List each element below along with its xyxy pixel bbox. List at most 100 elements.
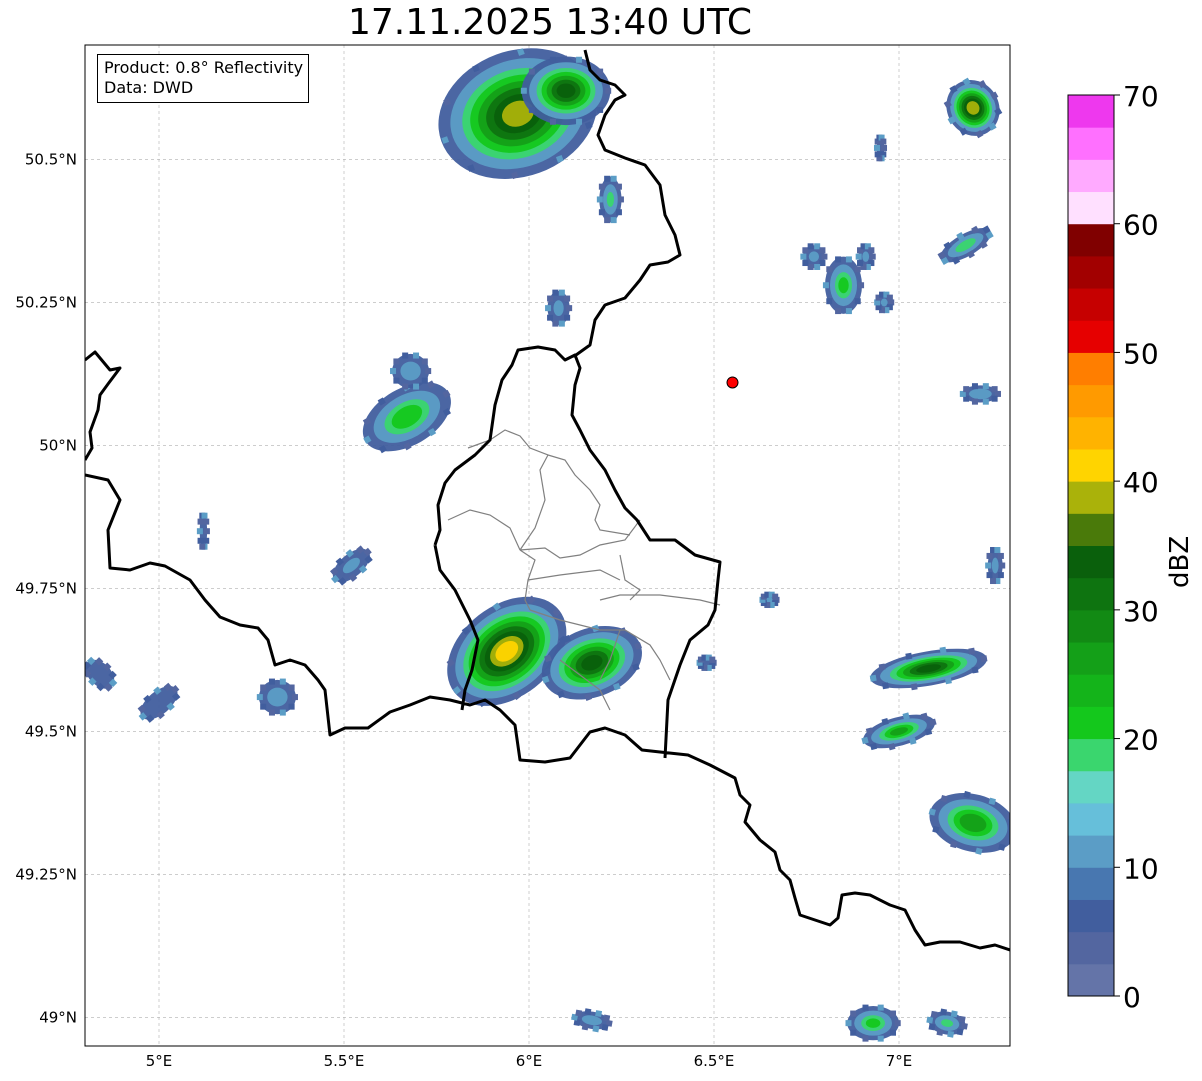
echo-bin	[413, 383, 420, 390]
echo-bin	[819, 260, 826, 267]
echo-bin	[956, 1028, 964, 1036]
echo-bin	[601, 1023, 609, 1031]
echo-bin	[880, 138, 887, 145]
echo-bin	[835, 308, 842, 315]
echo-bin	[566, 305, 573, 312]
echo-bin	[547, 295, 554, 302]
echo-bin	[617, 196, 624, 203]
echo-bin	[910, 683, 918, 691]
colorbar-segment	[1068, 642, 1114, 675]
colorbar-segment	[1068, 706, 1114, 740]
echo-bin	[960, 1022, 968, 1030]
echo-bin	[592, 1025, 600, 1033]
echo-bin	[528, 106, 535, 113]
echo-bin	[877, 1035, 884, 1042]
lat-tick-label: 49.25°N	[15, 865, 77, 883]
echo-bin	[845, 308, 852, 315]
echo-bin	[393, 377, 400, 384]
echo-cell	[855, 243, 876, 270]
echo-bin	[598, 209, 605, 216]
echo-bin	[814, 243, 821, 250]
echo-bin	[802, 247, 809, 254]
colorbar-tick-label: 70	[1123, 80, 1159, 113]
echo-bin	[868, 247, 875, 254]
colorbar-segment	[1068, 481, 1114, 514]
echo-bin	[199, 543, 206, 550]
echo-bin	[862, 1004, 869, 1011]
echo-contour	[267, 687, 288, 707]
colorbar-segment	[1068, 320, 1114, 353]
echo-bin	[576, 56, 583, 63]
echo-bin	[402, 352, 409, 359]
lon-tick-label: 5°E	[146, 1052, 173, 1070]
echo-bin	[822, 282, 829, 289]
colorbar-segment	[1068, 255, 1114, 289]
echo-bin	[819, 247, 826, 254]
echo-bin	[869, 674, 877, 682]
echo-bin	[850, 1029, 857, 1036]
echo-bin	[545, 305, 552, 312]
echo-bin	[196, 528, 203, 535]
colorbar-segment	[1068, 577, 1114, 611]
echo-bin	[947, 1030, 955, 1038]
echo-bin	[260, 684, 267, 691]
echo-bin	[905, 652, 913, 660]
colorbar-segment	[1068, 127, 1114, 160]
echo-bin	[291, 694, 298, 701]
lat-tick-label: 49°N	[39, 1008, 77, 1026]
echo-bin	[197, 537, 204, 544]
echo-bin	[605, 87, 612, 94]
echo-bin	[288, 703, 295, 710]
echo-bin	[862, 1035, 869, 1042]
echo-bin	[850, 1010, 857, 1017]
echo-bin	[709, 656, 716, 663]
echo-bin	[564, 314, 571, 321]
echo-bin	[994, 547, 1001, 554]
echo-bin	[971, 666, 979, 674]
echo-cell	[959, 383, 1001, 405]
echo-bin	[990, 578, 997, 585]
colorbar-label: dBZ	[1165, 535, 1195, 588]
echo-bin	[288, 684, 295, 691]
echo-contour	[969, 388, 992, 400]
echo-contour	[880, 298, 888, 307]
radar-site-dot	[726, 376, 739, 389]
echo-cell	[800, 243, 828, 270]
colorbar-segment	[1068, 963, 1114, 997]
colorbar-segment	[1068, 352, 1114, 386]
echo-bin	[197, 518, 204, 525]
echo-bin	[268, 678, 275, 685]
echo-contour	[808, 251, 820, 262]
echo-bin	[421, 377, 428, 384]
echo-bin	[268, 709, 275, 716]
echo-bin	[926, 1016, 934, 1024]
echo-bin	[845, 256, 852, 263]
echo-bin	[552, 289, 559, 296]
lon-tick-label: 7°E	[886, 1052, 913, 1070]
echo-bin	[881, 144, 888, 151]
echo-bin	[772, 593, 779, 600]
echo-bin	[835, 256, 842, 263]
echo-bin	[279, 709, 286, 716]
echo-bin	[564, 295, 571, 302]
colorbar-segment	[1068, 223, 1114, 257]
echo-bin	[598, 183, 605, 190]
echo-bin	[821, 253, 828, 260]
echo-bin	[552, 320, 559, 327]
echo-bin	[985, 562, 992, 569]
echo-bin	[576, 118, 583, 125]
echo-contour	[838, 277, 849, 294]
echo-bin	[413, 352, 420, 359]
colorbar-segment	[1068, 609, 1114, 643]
echo-bin	[928, 1023, 936, 1031]
colorbar-segment	[1068, 545, 1114, 579]
echo-bin	[890, 1010, 897, 1017]
echo-bin	[807, 243, 814, 250]
echo-bin	[944, 677, 952, 685]
colorbar-tick-label: 20	[1123, 724, 1159, 757]
colorbar-segment	[1068, 159, 1114, 193]
echo-bin	[203, 518, 210, 525]
echo-bin	[558, 320, 565, 327]
echo-bin	[1010, 830, 1017, 837]
echo-bin	[615, 209, 622, 216]
